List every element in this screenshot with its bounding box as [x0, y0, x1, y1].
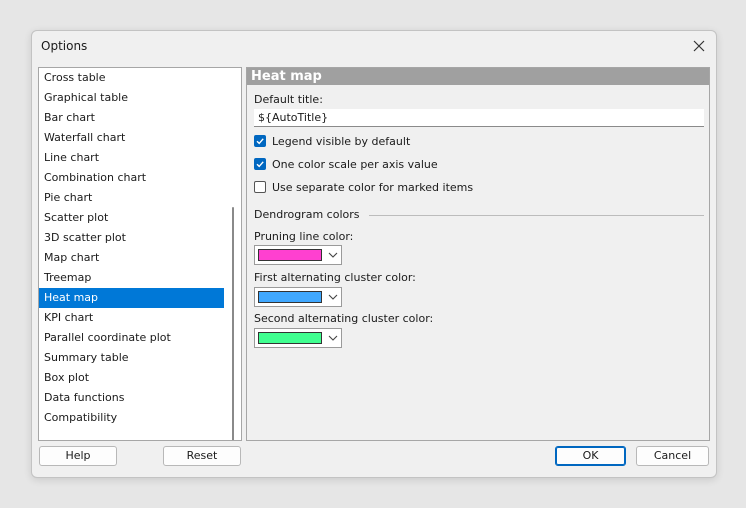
list-item-bar-chart[interactable]: Bar chart: [39, 108, 224, 128]
category-list[interactable]: Cross table Graphical table Bar chart Wa…: [38, 67, 242, 441]
close-icon: [693, 40, 705, 52]
list-item-combination-chart[interactable]: Combination chart: [39, 168, 224, 188]
list-item-graphical-table[interactable]: Graphical table: [39, 88, 224, 108]
pruning-line-color-label: Pruning line color:: [254, 230, 354, 243]
list-item-compatibility[interactable]: Compatibility: [39, 408, 224, 428]
default-title-label: Default title:: [254, 93, 323, 106]
color-swatch: [258, 332, 322, 344]
checkmark-icon: [256, 161, 264, 168]
first-cluster-color-picker[interactable]: [254, 287, 342, 307]
list-item-kpi-chart[interactable]: KPI chart: [39, 308, 224, 328]
list-item-summary-table[interactable]: Summary table: [39, 348, 224, 368]
chevron-down-icon: [328, 294, 338, 300]
list-item-data-functions[interactable]: Data functions: [39, 388, 224, 408]
chevron-down-icon: [328, 335, 338, 341]
help-button[interactable]: Help: [39, 446, 117, 466]
section-divider: [352, 215, 704, 216]
first-cluster-color-label: First alternating cluster color:: [254, 271, 416, 284]
checkbox-unchecked[interactable]: [254, 181, 266, 193]
section-label: Dendrogram colors: [254, 208, 370, 221]
title-bar: Options: [32, 31, 716, 62]
checkmark-icon: [256, 138, 264, 145]
legend-visible-checkbox[interactable]: Legend visible by default: [254, 133, 410, 149]
settings-panel: Heat map Default title: Legend visible b…: [246, 67, 710, 441]
panel-header: Heat map: [247, 68, 709, 85]
reset-button[interactable]: Reset: [163, 446, 241, 466]
checkbox-checked[interactable]: [254, 158, 266, 170]
options-dialog: Options Cross table Graphical table Bar …: [31, 30, 717, 478]
list-item-cross-table[interactable]: Cross table: [39, 68, 224, 88]
list-scrollbar[interactable]: [232, 207, 234, 440]
list-item-3d-scatter-plot[interactable]: 3D scatter plot: [39, 228, 224, 248]
second-cluster-color-picker[interactable]: [254, 328, 342, 348]
checkbox-label: Use separate color for marked items: [272, 180, 474, 194]
list-item-line-chart[interactable]: Line chart: [39, 148, 224, 168]
pruning-line-color-picker[interactable]: [254, 245, 342, 265]
checkbox-label: One color scale per axis value: [272, 157, 438, 171]
checkbox-checked[interactable]: [254, 135, 266, 147]
list-item-map-chart[interactable]: Map chart: [39, 248, 224, 268]
chevron-down-icon: [328, 252, 338, 258]
list-item-treemap[interactable]: Treemap: [39, 268, 224, 288]
checkbox-label: Legend visible by default: [272, 134, 411, 148]
color-scale-per-axis-checkbox[interactable]: One color scale per axis value: [254, 156, 438, 172]
ok-button[interactable]: OK: [555, 446, 626, 466]
dendrogram-colors-section: Dendrogram colors: [254, 208, 704, 222]
close-button[interactable]: [686, 34, 712, 58]
second-cluster-color-label: Second alternating cluster color:: [254, 312, 434, 325]
window-title: Options: [41, 39, 88, 53]
cancel-button[interactable]: Cancel: [636, 446, 709, 466]
separate-marked-color-checkbox[interactable]: Use separate color for marked items: [254, 179, 473, 195]
color-swatch: [258, 291, 322, 303]
color-swatch: [258, 249, 322, 261]
list-item-box-plot[interactable]: Box plot: [39, 368, 224, 388]
default-title-input[interactable]: [254, 109, 704, 127]
list-item-scatter-plot[interactable]: Scatter plot: [39, 208, 224, 228]
list-item-heat-map[interactable]: Heat map: [39, 288, 224, 308]
list-item-pie-chart[interactable]: Pie chart: [39, 188, 224, 208]
list-item-parallel-coordinate-plot[interactable]: Parallel coordinate plot: [39, 328, 224, 348]
list-item-waterfall-chart[interactable]: Waterfall chart: [39, 128, 224, 148]
